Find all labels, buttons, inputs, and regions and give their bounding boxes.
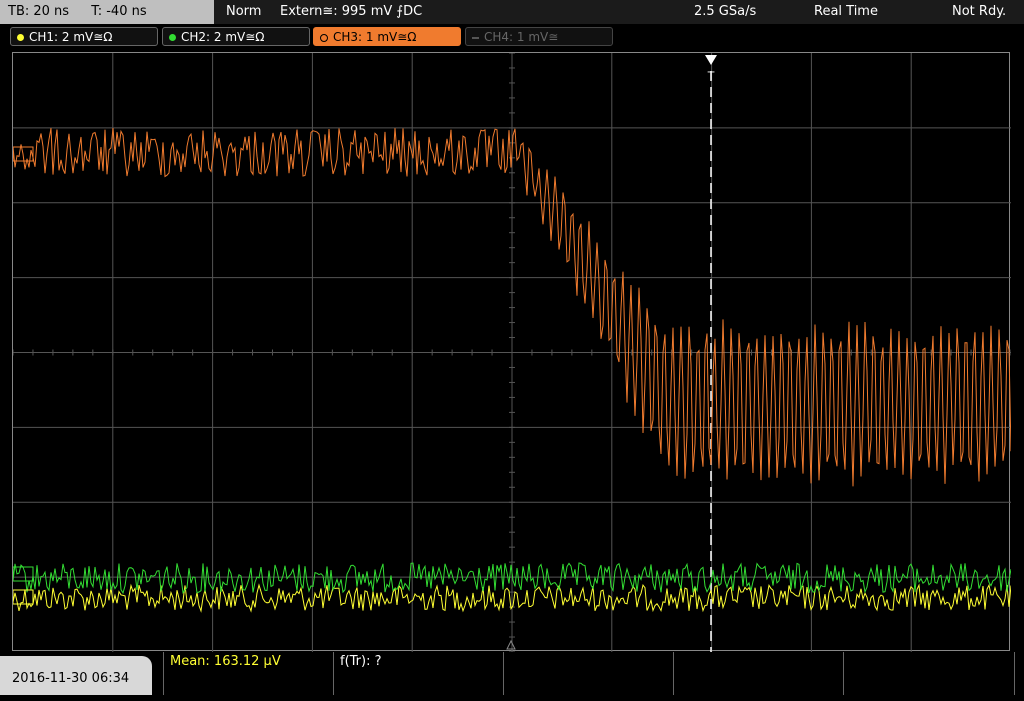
channel-2-dot-icon (169, 34, 176, 41)
measurement-slot-3[interactable] (503, 652, 674, 695)
trigger-source[interactable]: Extern≅: 995 mV ⨍DC (280, 0, 422, 24)
waveform-display[interactable]: T (12, 52, 1012, 653)
trigger-level-marker-icon (506, 639, 516, 650)
timebase-label: TB: 20 ns (8, 4, 70, 19)
channel-2-button[interactable]: CH2: 2 mV≅Ω (162, 27, 310, 46)
datetime-box: 2016-11-30 06:34 (0, 656, 152, 695)
timebase-box[interactable]: TB: 20 ns T: -40 ns (0, 0, 214, 24)
channel-3-button[interactable]: CH3: 1 mV≅Ω (313, 27, 461, 46)
channel-1-dot-icon (17, 34, 24, 41)
top-status-bar: TB: 20 ns T: -40 ns Norm Extern≅: 995 mV… (0, 0, 1024, 24)
acquisition-mode: Real Time (814, 4, 878, 19)
measurement-slot-5[interactable] (843, 652, 1015, 695)
channel-4-label: CH4: 1 mV≅ (484, 30, 559, 44)
trigger-arrow-icon[interactable] (705, 55, 717, 65)
channel-bar: CH1: 2 mV≅Ω CH2: 2 mV≅Ω CH3: 1 mV≅Ω CH4:… (0, 24, 1024, 50)
trigger-marker-label: T (707, 69, 715, 83)
mean-value: Mean: 163.12 µV (170, 654, 281, 669)
measurement-mean[interactable]: Mean: 163.12 µV (163, 652, 334, 695)
ftr-value: f(Tr): ? (340, 654, 382, 669)
channel-1-button[interactable]: CH1: 2 mV≅Ω (10, 27, 158, 46)
channel-3-label: CH3: 1 mV≅Ω (333, 30, 417, 44)
sample-rate: 2.5 GSa/s (694, 4, 757, 19)
trigger-mode[interactable]: Norm (226, 0, 261, 24)
trigger-status: Not Rdy. (952, 4, 1007, 19)
channel-2-label: CH2: 2 mV≅Ω (181, 30, 265, 44)
trigger-time-label: T: -40 ns (91, 4, 147, 19)
measurement-slot-4[interactable] (673, 652, 844, 695)
waveform-plot: T (12, 52, 1012, 653)
measurement-ftr[interactable]: f(Tr): ? (333, 652, 504, 695)
channel-1-label: CH1: 2 mV≅Ω (29, 30, 113, 44)
channel-4-button[interactable]: CH4: 1 mV≅ (465, 27, 613, 46)
channel-4-dash-icon (472, 36, 479, 39)
channel-3-dot-icon (320, 33, 328, 42)
